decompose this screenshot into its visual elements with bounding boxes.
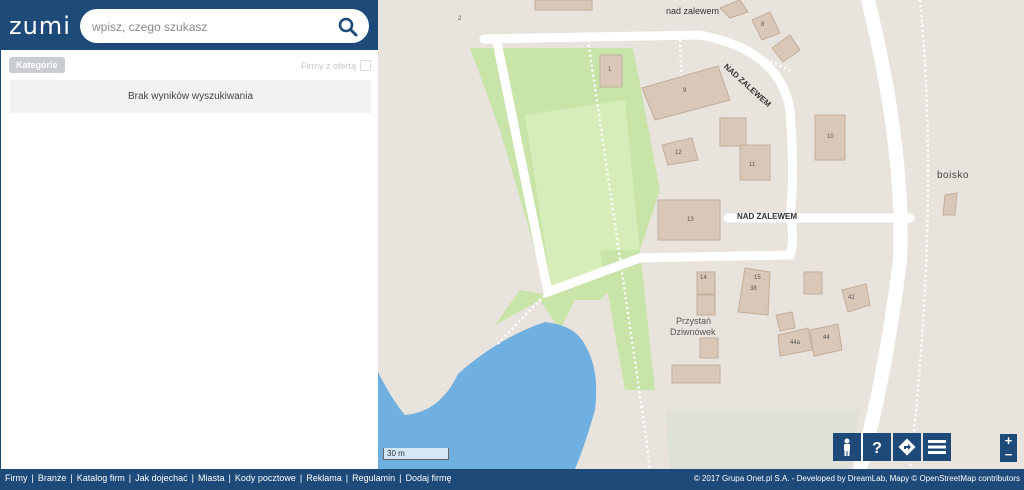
footer-separator: | <box>128 473 132 483</box>
footer: Firmy | Branże | Katalog firm | Jak dojechać | M… <box>0 469 1024 490</box>
footer-link-dodaj-firme[interactable]: Dodaj firmę <box>405 473 451 483</box>
footer-link-regulamin[interactable]: Regulamin <box>352 473 395 483</box>
field-label: boisko <box>937 170 969 181</box>
firms-with-offer-label: Firmy z ofertą <box>300 60 356 71</box>
number-2: 2 <box>458 16 462 22</box>
number-42: 42 <box>848 295 855 301</box>
footer-separator: | <box>399 473 402 483</box>
building-44b <box>775 311 796 332</box>
firms-with-offer-filter[interactable]: Firmy z ofertą <box>301 60 371 71</box>
footer-separator: | <box>70 473 73 483</box>
header: zumi <box>1 0 379 50</box>
directions-icon[interactable] <box>893 433 921 461</box>
scale-bar: 30 m <box>383 448 449 460</box>
number-1: 1 <box>608 67 612 73</box>
number-44: 44 <box>823 335 830 341</box>
building-top <box>719 0 749 19</box>
land-patch <box>665 410 860 469</box>
person-icon[interactable] <box>833 433 861 461</box>
poi-label-line2: Dziwnówek <box>670 327 716 337</box>
number-11: 11 <box>749 162 756 168</box>
footer-link-kody[interactable]: Kody pocztowe <box>235 473 296 483</box>
zoom-control: + − <box>1000 434 1017 462</box>
help-icon[interactable]: ? <box>863 433 891 461</box>
number-10: 10 <box>827 134 834 140</box>
search-icon[interactable] <box>337 16 359 38</box>
number-8: 8 <box>761 22 765 28</box>
footer-link-branze[interactable]: Branże <box>38 473 67 483</box>
number-38: 38 <box>750 286 757 292</box>
footer-separator: | <box>345 473 349 483</box>
footer-link-reklama[interactable]: Reklama <box>306 473 342 483</box>
street-label-top: nad zalewem <box>666 6 720 16</box>
building-14d <box>699 337 719 359</box>
number-14: 14 <box>700 275 707 281</box>
building-14c <box>696 294 716 316</box>
footer-separator: | <box>31 473 34 483</box>
zoom-out-button[interactable]: − <box>1000 448 1017 462</box>
copyright: © 2017 Grupa Onet.pl S.A. - Developed by… <box>693 474 1020 483</box>
building-14 <box>719 117 747 147</box>
building-8 <box>751 11 781 41</box>
zoom-in-button[interactable]: + <box>1000 434 1017 448</box>
building-pier <box>671 364 721 384</box>
road-main <box>853 0 908 469</box>
no-results-message: Brak wyników wyszukiwania <box>10 80 371 113</box>
number-9: 9 <box>683 88 687 94</box>
logo[interactable]: zumi <box>9 12 71 40</box>
svg-text:?: ? <box>872 440 882 456</box>
lake <box>378 322 597 469</box>
building-small <box>803 271 823 295</box>
menu-icon[interactable] <box>923 433 951 461</box>
footer-link-jak-dojechac[interactable]: Jak dojechać <box>135 473 188 483</box>
footer-separator: | <box>228 473 231 483</box>
footer-separator: | <box>191 473 194 483</box>
footer-separator: | <box>299 473 303 483</box>
number-12: 12 <box>675 150 682 156</box>
path-east <box>908 0 930 469</box>
building-top-left <box>534 0 593 11</box>
footer-link-firmy[interactable]: Firmy <box>5 473 28 483</box>
street-label-nad-zalewem: NAD ZALEWEM <box>737 212 797 221</box>
sidebar: zumi Kategorie Firmy z ofertą Brak wynik… <box>0 0 379 469</box>
building-8b <box>771 34 801 63</box>
building-42 <box>841 283 871 313</box>
firms-with-offer-checkbox[interactable] <box>360 60 371 71</box>
search-box <box>80 9 369 43</box>
number-15: 15 <box>754 275 761 281</box>
footer-link-miasta[interactable]: Miasta <box>198 473 225 483</box>
poi-label-line1: Przystań <box>676 316 712 326</box>
building-east <box>942 192 958 216</box>
footer-links: Firmy | Branże | Katalog firm | Jak dojechać | M… <box>5 473 451 483</box>
footer-link-katalog[interactable]: Katalog firm <box>77 473 125 483</box>
search-input[interactable] <box>90 15 334 39</box>
number-13: 13 <box>687 217 694 223</box>
number-44a: 44a <box>790 340 801 346</box>
categories-button[interactable]: Kategorie <box>9 57 65 73</box>
map[interactable]: boisko NAD ZALEWEM NAD ZALEWEM nad zalew… <box>378 0 1024 469</box>
